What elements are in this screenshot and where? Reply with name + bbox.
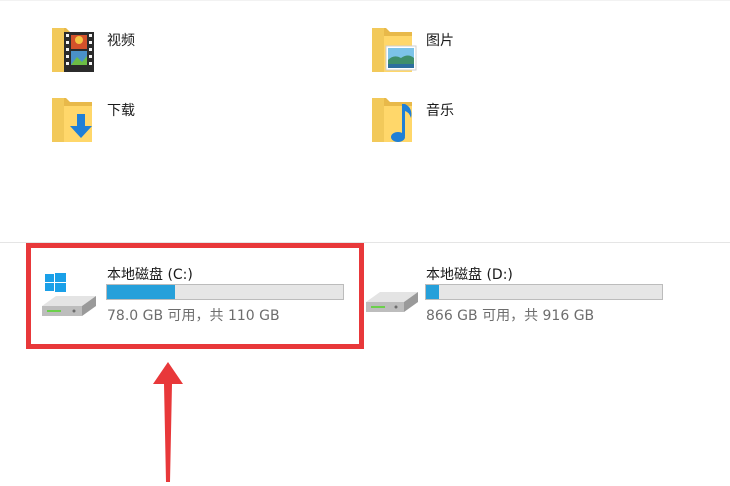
hard-drive-icon (366, 292, 418, 312)
file-explorer-this-pc-view: 视频 图片 下载 音乐 本地磁盘 (C:) 78.0 GB 可用，共 110 G… (0, 0, 730, 486)
drive-d-name: 本地磁盘 (D:) (426, 267, 513, 283)
folder-pictures-label: 图片 (426, 33, 454, 49)
folder-music[interactable]: 音乐 (368, 92, 488, 150)
video-folder-icon (52, 28, 94, 72)
drive-d-usage-bar (425, 284, 663, 300)
folder-videos-label: 视频 (107, 33, 135, 49)
annotation-highlight-box (26, 243, 364, 349)
drive-d[interactable]: 本地磁盘 (D:) 866 GB 可用，共 916 GB (364, 262, 674, 326)
annotation-up-arrow (153, 362, 183, 482)
folder-pictures[interactable]: 图片 (368, 22, 488, 80)
drive-d-usage-fill (426, 285, 439, 299)
top-border (0, 0, 730, 1)
drive-d-free-space: 866 GB 可用，共 916 GB (426, 308, 595, 324)
folder-videos[interactable]: 视频 (48, 22, 168, 80)
folder-downloads-label: 下载 (107, 103, 135, 119)
pictures-folder-icon (372, 28, 417, 72)
folder-music-label: 音乐 (426, 103, 454, 119)
downloads-folder-icon (52, 98, 92, 142)
music-folder-icon (372, 98, 412, 142)
folder-downloads[interactable]: 下载 (48, 92, 168, 150)
